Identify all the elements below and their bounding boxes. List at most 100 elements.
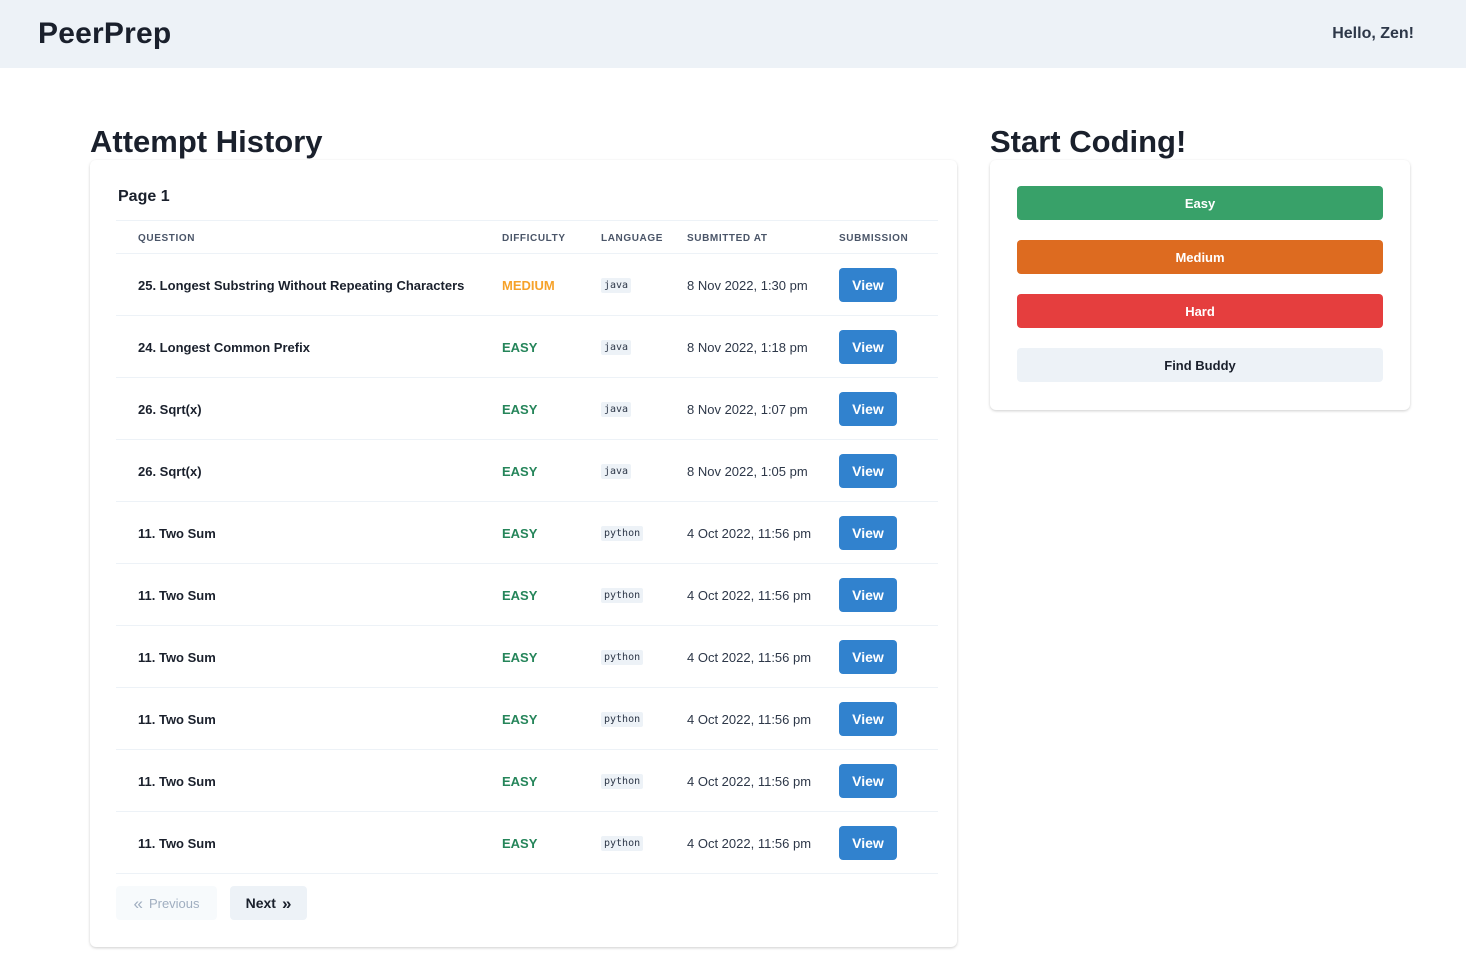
previous-page-button[interactable]: « Previous <box>116 886 217 920</box>
difficulty-text: MEDIUM <box>502 277 555 293</box>
column-header-difficulty: Difficulty <box>502 233 566 244</box>
question-text: 11. Two Sum <box>138 525 216 541</box>
difficulty-badge: EASY <box>502 502 537 564</box>
table-row: 11. Two Sum EASY python 4 Oct 2022, 11:56 p… <box>116 564 938 626</box>
table-row: 11. Two Sum EASY python 4 Oct 2022, 11:56 p… <box>116 812 938 874</box>
difficulty-badge: EASY <box>502 750 537 812</box>
double-chevron-right-icon: » <box>281 893 292 913</box>
view-submission-button[interactable]: View <box>839 454 897 488</box>
question-text: 25. Longest Substring Without Repeating … <box>138 277 465 293</box>
question-text: 26. Sqrt(x) <box>138 401 202 417</box>
language-code: java <box>601 401 632 417</box>
difficulty-text: EASY <box>502 401 538 417</box>
question-text: 26. Sqrt(x) <box>138 463 202 479</box>
difficulty-badge: MEDIUM <box>502 254 555 316</box>
language-cell: java <box>601 378 632 440</box>
view-submission-button[interactable]: View <box>839 330 897 364</box>
submission-cell: View <box>839 812 897 874</box>
submission-cell: View <box>839 626 897 688</box>
table-row: 25. Longest Substring Without Repeating … <box>116 254 938 316</box>
view-submission-button[interactable]: View <box>839 826 897 860</box>
difficulty-badge: EASY <box>502 626 537 688</box>
difficulty-badge: EASY <box>502 316 537 378</box>
language-code: java <box>601 463 632 479</box>
language-cell: java <box>601 254 632 316</box>
table-header: Question Difficulty Language Submitted A… <box>116 220 938 254</box>
table-row: 11. Two Sum EASY python 4 Oct 2022, 11:56 p… <box>116 750 938 812</box>
view-submission-button[interactable]: View <box>839 578 897 612</box>
difficulty-text: EASY <box>502 587 538 603</box>
question-title: 11. Two Sum <box>138 688 216 750</box>
language-cell: python <box>601 502 644 564</box>
question-text: 11. Two Sum <box>138 711 216 727</box>
view-submission-button[interactable]: View <box>839 702 897 736</box>
submission-cell: View <box>839 440 897 502</box>
difficulty-badge: EASY <box>502 812 537 874</box>
submitted-at-text: 8 Nov 2022, 1:07 pm <box>687 401 808 417</box>
difficulty-text: EASY <box>502 339 538 355</box>
question-title: 26. Sqrt(x) <box>138 440 202 502</box>
submission-cell: View <box>839 502 897 564</box>
attempt-history-card: Page 1 Question Difficulty Language Subm… <box>90 160 957 947</box>
submission-cell: View <box>839 316 897 378</box>
submission-cell: View <box>839 254 897 316</box>
language-code: python <box>601 835 644 851</box>
top-navbar: PeerPrep Hello, Zen! <box>0 0 1466 68</box>
question-title: 24. Longest Common Prefix <box>138 316 310 378</box>
language-code: python <box>601 525 644 541</box>
submission-cell: View <box>839 564 897 626</box>
language-code: python <box>601 711 644 727</box>
table-row: 11. Two Sum EASY python 4 Oct 2022, 11:56 p… <box>116 688 938 750</box>
column-header-question: Question <box>138 233 196 244</box>
previous-label: Previous <box>148 895 200 911</box>
user-greeting[interactable]: Hello, Zen! <box>1332 25 1414 43</box>
attempt-history-table: Question Difficulty Language Submitted A… <box>116 220 938 874</box>
double-chevron-left-icon: « <box>133 893 143 913</box>
view-submission-button[interactable]: View <box>839 516 897 550</box>
language-code: python <box>601 773 644 789</box>
medium-button[interactable]: Medium <box>1017 240 1383 274</box>
next-page-button[interactable]: Next » <box>230 886 307 920</box>
question-title: 11. Two Sum <box>138 564 216 626</box>
easy-button[interactable]: Easy <box>1017 186 1383 220</box>
hard-button[interactable]: Hard <box>1017 294 1383 328</box>
table-body: 25. Longest Substring Without Repeating … <box>116 254 938 874</box>
next-label: Next <box>245 895 276 911</box>
view-submission-button[interactable]: View <box>839 268 897 302</box>
difficulty-badge: EASY <box>502 440 537 502</box>
difficulty-text: EASY <box>502 773 538 789</box>
submitted-at-text: 8 Nov 2022, 1:05 pm <box>687 463 808 479</box>
language-cell: python <box>601 626 644 688</box>
difficulty-badge: EASY <box>502 688 537 750</box>
submitted-at-cell: 4 Oct 2022, 11:56 pm <box>687 750 811 812</box>
difficulty-text: EASY <box>502 463 538 479</box>
table-row: 26. Sqrt(x) EASY java 8 Nov 2022, 1:05 pm Vi… <box>116 440 938 502</box>
view-submission-button[interactable]: View <box>839 764 897 798</box>
submitted-at-text: 4 Oct 2022, 11:56 pm <box>687 711 812 727</box>
language-cell: python <box>601 688 644 750</box>
language-cell: python <box>601 812 644 874</box>
submitted-at-cell: 4 Oct 2022, 11:56 pm <box>687 502 811 564</box>
view-submission-button[interactable]: View <box>839 392 897 426</box>
find-buddy-button[interactable]: Find Buddy <box>1017 348 1383 382</box>
submitted-at-cell: 4 Oct 2022, 11:56 pm <box>687 564 811 626</box>
view-submission-button[interactable]: View <box>839 640 897 674</box>
difficulty-text: EASY <box>502 711 538 727</box>
start-coding-title: Start Coding! <box>990 124 1187 159</box>
question-text: 11. Two Sum <box>138 835 216 851</box>
question-title: 11. Two Sum <box>138 750 216 812</box>
submitted-at-cell: 8 Nov 2022, 1:30 pm <box>687 254 808 316</box>
table-row: 11. Two Sum EASY python 4 Oct 2022, 11:56 p… <box>116 502 938 564</box>
question-title: 11. Two Sum <box>138 626 216 688</box>
brand-logo[interactable]: PeerPrep <box>38 17 171 51</box>
column-header-language: Language <box>601 233 664 244</box>
table-row: 24. Longest Common Prefix EASY java 8 Nov 2… <box>116 316 938 378</box>
table-row: 11. Two Sum EASY python 4 Oct 2022, 11:56 p… <box>116 626 938 688</box>
question-text: 11. Two Sum <box>138 587 216 603</box>
submitted-at-text: 4 Oct 2022, 11:56 pm <box>687 835 812 851</box>
difficulty-text: EASY <box>502 835 538 851</box>
column-header-submitted-at: Submitted At <box>687 233 768 244</box>
language-cell: java <box>601 316 632 378</box>
difficulty-badge: EASY <box>502 378 537 440</box>
difficulty-badge: EASY <box>502 564 537 626</box>
